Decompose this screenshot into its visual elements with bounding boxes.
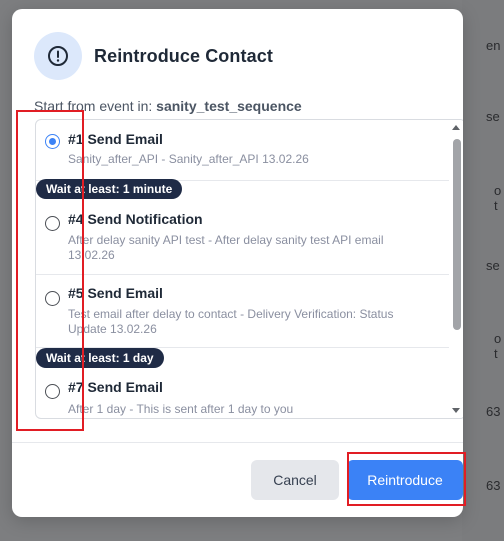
background-text: se [486, 109, 500, 124]
radio-event-1[interactable] [45, 134, 60, 149]
list-item[interactable]: #5 Send Email Test email after delay to … [36, 274, 452, 349]
list-item[interactable]: #1 Send Email Sanity_after_API - Sanity_… [36, 120, 452, 180]
scrollbar[interactable] [449, 120, 463, 418]
event-title: #1 Send Email [68, 131, 163, 147]
sequence-label-prefix: Start from event in: [34, 98, 153, 114]
background-text: o t [494, 183, 502, 213]
radio-event-4[interactable] [45, 216, 60, 231]
list-item[interactable]: #7 Send Email After 1 day - This is sent… [36, 368, 452, 418]
alert-circle-icon [34, 32, 82, 80]
footer-divider [12, 442, 463, 443]
event-list[interactable]: #1 Send Email Sanity_after_API - Sanity_… [35, 119, 463, 419]
background-text: 63 [486, 478, 501, 493]
reintroduce-contact-modal: Reintroduce Contact Start from event in:… [12, 9, 463, 517]
sequence-name: sanity_test_sequence [156, 98, 302, 114]
scroll-down-icon[interactable] [452, 408, 460, 413]
wait-badge: Wait at least: 1 day [36, 348, 164, 368]
background-text: en [486, 38, 501, 53]
event-title: #7 Send Email [68, 379, 163, 395]
list-item[interactable]: #4 Send Notification After delay sanity … [36, 200, 452, 274]
scrollbar-thumb[interactable] [453, 139, 461, 330]
background-text: o t [494, 331, 502, 361]
event-description: After 1 day - This is sent after 1 day t… [68, 402, 294, 416]
event-description: Test email after delay to contact - Deli… [68, 307, 394, 336]
radio-event-7[interactable] [45, 384, 60, 399]
event-description: Sanity_after_API - Sanity_after_API 13.0… [68, 152, 309, 166]
cancel-button[interactable]: Cancel [251, 460, 339, 500]
scroll-up-icon[interactable] [452, 125, 460, 130]
event-description: After delay sanity API test - After dela… [68, 233, 384, 262]
event-title: #5 Send Email [68, 285, 163, 301]
reintroduce-button[interactable]: Reintroduce [347, 460, 463, 500]
modal-title: Reintroduce Contact [94, 45, 273, 66]
modal-header: Reintroduce Contact [34, 32, 273, 80]
radio-event-5[interactable] [45, 291, 60, 306]
wait-badge: Wait at least: 1 minute [36, 179, 183, 199]
background-text: se [486, 258, 500, 273]
sequence-label: Start from event in: sanity_test_sequenc… [34, 98, 302, 114]
background-text: 63 [486, 404, 501, 419]
event-title: #4 Send Notification [68, 211, 203, 227]
